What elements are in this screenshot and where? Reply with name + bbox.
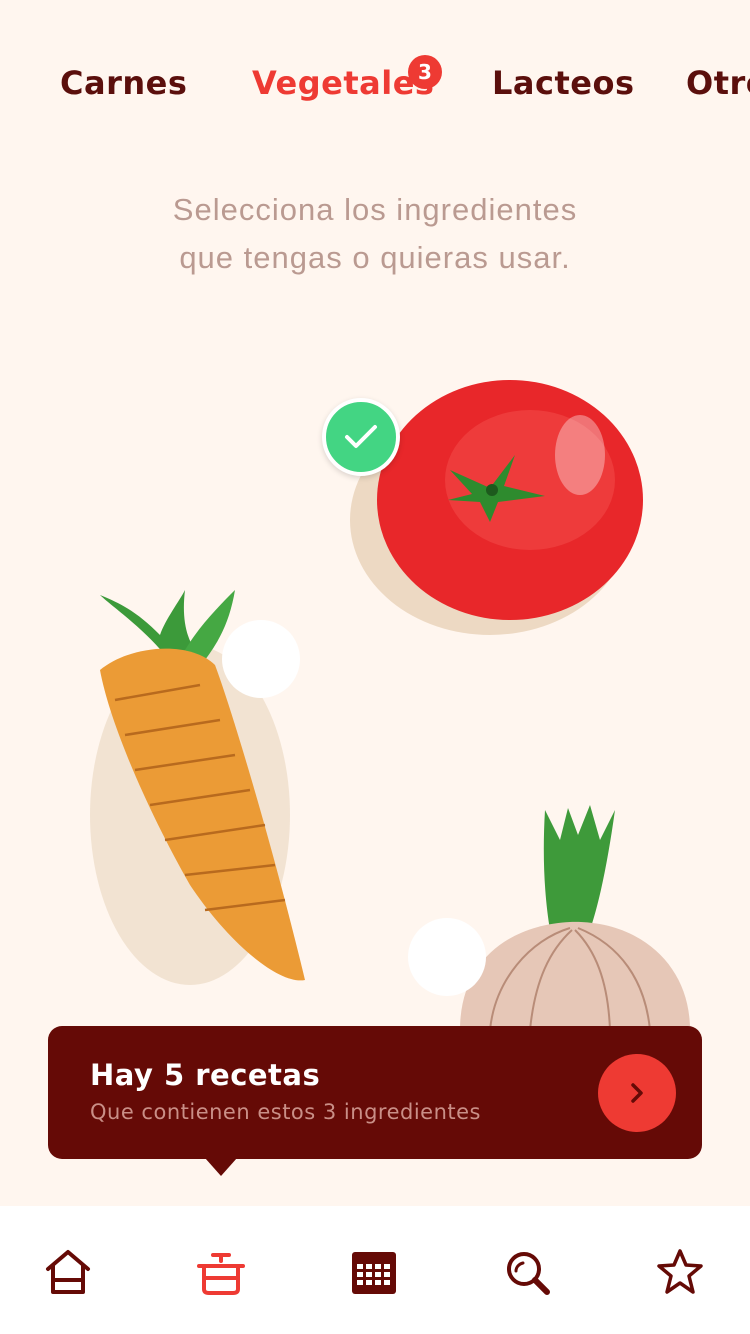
carrot-illustration[interactable] [70, 585, 340, 1005]
tab-carnes[interactable]: Carnes [60, 64, 187, 102]
instructions-line-1: Selecciona los ingredientes [172, 192, 578, 227]
nav-home[interactable] [40, 1244, 96, 1300]
category-tabs: Carnes Vegetales 3 Lacteos Otros [0, 0, 750, 140]
nav-search[interactable] [499, 1244, 555, 1300]
select-onion[interactable] [408, 918, 486, 996]
tab-badge: 3 [408, 55, 442, 89]
nav-calendar[interactable] [346, 1244, 402, 1300]
star-icon [657, 1249, 703, 1294]
view-recipes-button[interactable] [598, 1054, 676, 1132]
search-icon [507, 1252, 550, 1295]
home-icon [46, 1250, 90, 1294]
chevron-right-icon [631, 1083, 643, 1103]
tab-lacteos[interactable]: Lacteos [492, 64, 634, 102]
banner-title: Hay 5 recetas [90, 1058, 321, 1092]
selected-check[interactable] [322, 398, 400, 476]
recipes-banner[interactable]: Hay 5 recetas Que contienen estos 3 ingr… [48, 1026, 702, 1159]
instructions-line-2: que tengas o quieras usar. [179, 240, 571, 275]
onion-illustration[interactable] [450, 800, 700, 1030]
pot-icon [197, 1253, 245, 1295]
bottom-navigation [0, 1206, 750, 1334]
select-carrot[interactable] [222, 620, 300, 698]
banner-subtitle: Que contienen estos 3 ingredientes [90, 1100, 481, 1124]
check-icon [345, 425, 377, 448]
nav-ingredients[interactable] [193, 1244, 249, 1300]
banner-pointer [205, 1158, 237, 1176]
calendar-icon [352, 1252, 396, 1294]
nav-favorites[interactable] [652, 1244, 708, 1300]
tab-otros[interactable]: Otros [686, 64, 750, 102]
instructions-text: Selecciona los ingredientes que tengas o… [0, 186, 750, 282]
